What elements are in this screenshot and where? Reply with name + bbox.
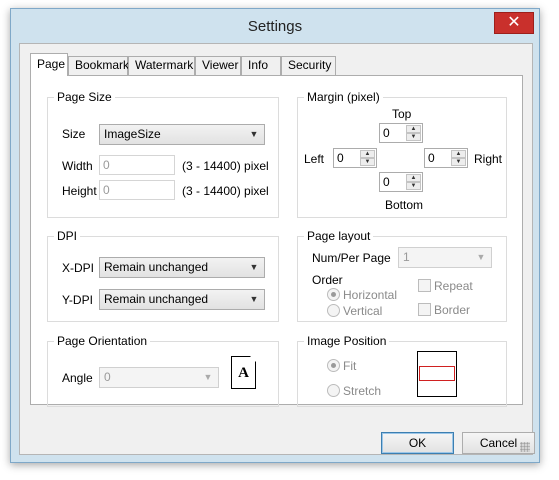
chevron-down-icon: ▼ [476,252,486,262]
dpi-group: DPI X-DPI Remain unchanged ▼ Y-DPI Remai… [47,229,279,322]
width-range-label: (3 - 14400) pixel [182,159,269,173]
vertical-radio[interactable] [327,304,340,317]
order-label: Order [312,273,343,287]
tab-info[interactable]: Info [241,56,281,75]
page-orientation-title: Page Orientation [54,334,151,348]
ydpi-select[interactable]: Remain unchanged ▼ [99,289,265,310]
tab-page[interactable]: Page [30,53,68,76]
chevron-down-icon: ▼ [249,294,259,304]
image-preview-frame [419,366,455,381]
num-per-page-value: 1 [403,250,410,264]
spin-down-icon[interactable]: ▼ [406,182,421,190]
ydpi-label: Y-DPI [62,293,93,307]
tab-security[interactable]: Security [281,56,336,75]
margin-top-value: 0 [383,126,390,140]
xdpi-label: X-DPI [62,261,95,275]
xdpi-select[interactable]: Remain unchanged ▼ [99,257,265,278]
repeat-label: Repeat [434,279,473,293]
width-input[interactable]: 0 [99,155,175,175]
settings-dialog: Settings ✕ Page Bookmark Watermark Viewe… [10,8,540,463]
spin-down-icon[interactable]: ▼ [360,158,375,166]
border-label: Border [434,303,471,317]
tab-bookmark[interactable]: Bookmark [68,56,129,75]
ydpi-select-value: Remain unchanged [104,292,209,306]
margin-left-spinner[interactable]: 0 ▲ ▼ [333,148,377,168]
fit-radio[interactable] [327,359,340,372]
close-icon[interactable]: ✕ [494,12,534,34]
page-layout-title: Page layout [304,229,374,243]
page-portrait-icon: A [231,356,256,389]
resize-grip-icon[interactable] [520,442,530,452]
margin-title: Margin (pixel) [304,90,383,104]
spin-up-icon[interactable]: ▲ [451,150,466,158]
height-range-label: (3 - 14400) pixel [182,184,269,198]
size-select-value: ImageSize [104,127,161,141]
vertical-label: Vertical [343,304,383,318]
height-input[interactable]: 0 [99,180,175,200]
size-label: Size [62,127,86,141]
margin-right-label: Right [474,152,503,166]
num-per-page-label: Num/Per Page [312,251,391,265]
margin-bottom-value: 0 [383,175,390,189]
num-per-page-select[interactable]: 1 ▼ [398,247,492,268]
margin-right-spinner[interactable]: 0 ▲ ▼ [424,148,468,168]
margin-top-label: Top [392,107,412,121]
stretch-radio[interactable] [327,384,340,397]
horizontal-radio[interactable] [327,288,340,301]
page-size-title: Page Size [54,90,115,104]
spin-down-icon[interactable]: ▼ [406,133,421,141]
angle-select[interactable]: 0 ▼ [99,367,219,388]
page-size-group: Page Size Size ImageSize ▼ Width 0 (3 - … [47,90,279,218]
stretch-label: Stretch [343,384,382,398]
border-checkbox[interactable] [418,303,431,316]
margin-left-value: 0 [337,151,344,165]
chevron-down-icon: ▼ [203,372,213,382]
image-position-group: Image Position Fit Stretch [297,334,507,407]
margin-left-label: Left [304,152,325,166]
spin-up-icon[interactable]: ▲ [406,125,421,133]
margin-bottom-spinner[interactable]: 0 ▲ ▼ [379,172,423,192]
page-orientation-group: Page Orientation Angle 0 ▼ A [47,334,279,407]
angle-select-value: 0 [104,370,111,384]
size-select[interactable]: ImageSize ▼ [99,124,265,145]
angle-label: Angle [62,371,93,385]
fit-label: Fit [343,359,357,373]
horizontal-label: Horizontal [343,288,398,302]
margin-group: Margin (pixel) Top 0 ▲ ▼ Left 0 ▲ ▼ 0 ▲ ▼ R… [297,90,507,218]
chevron-down-icon: ▼ [249,262,259,272]
chevron-down-icon: ▼ [249,129,259,139]
width-label: Width [62,159,93,173]
dpi-title: DPI [54,229,81,243]
dialog-client-area: Page Bookmark Watermark Viewer Info Secu… [19,43,535,455]
margin-right-value: 0 [428,151,435,165]
page-layout-group: Page layout Num/Per Page 1 ▼ Order Horiz… [297,229,507,322]
spin-up-icon[interactable]: ▲ [360,150,375,158]
window-title: Settings [247,18,303,35]
repeat-checkbox[interactable] [418,279,431,292]
height-label: Height [62,184,97,198]
spin-down-icon[interactable]: ▼ [451,158,466,166]
ok-button[interactable]: OK [381,432,454,454]
tab-watermark[interactable]: Watermark [128,56,195,75]
margin-bottom-label: Bottom [385,198,424,212]
spin-up-icon[interactable]: ▲ [406,174,421,182]
page-tab-panel: Page Size Size ImageSize ▼ Width 0 (3 - … [30,75,523,407]
image-position-title: Image Position [304,334,390,348]
tab-viewer[interactable]: Viewer [195,56,241,75]
margin-top-spinner[interactable]: 0 ▲ ▼ [379,123,423,143]
image-position-preview [417,351,457,397]
xdpi-select-value: Remain unchanged [104,260,209,274]
